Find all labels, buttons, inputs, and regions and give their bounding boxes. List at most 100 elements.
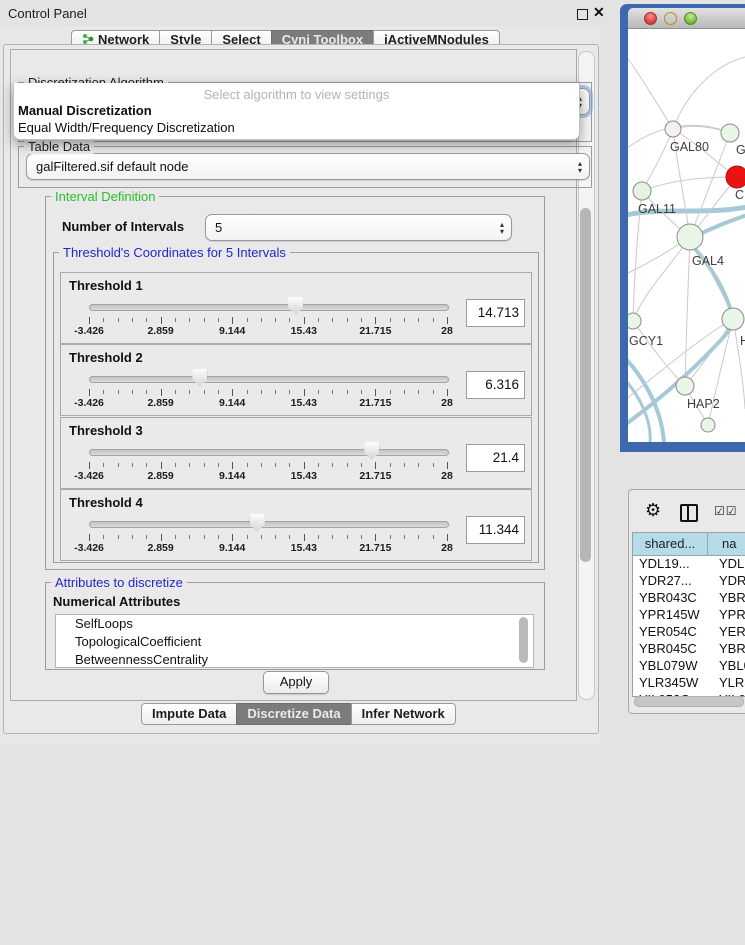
slider-tick <box>289 535 290 539</box>
slider-tick <box>447 389 448 396</box>
attribute-list-item[interactable]: BetweennessCentrality <box>56 651 533 668</box>
slider-tick <box>404 535 405 539</box>
slider-tick <box>146 390 147 394</box>
table-row[interactable]: YDR27...YDR2 <box>633 573 745 590</box>
attributes-scrollbar-thumb[interactable] <box>519 617 528 663</box>
node-attribute-table[interactable]: shared... na YDL19...YDL1YDR27...YDR2YBR… <box>632 532 745 697</box>
table-rows: YDL19...YDL1YDR27...YDR2YBR043CYBR0YPR14… <box>633 556 745 697</box>
table-row[interactable]: YDL19...YDL1 <box>633 556 745 573</box>
number-of-intervals-combo[interactable]: 5 ▴▾ <box>205 214 512 241</box>
table-row[interactable]: YLR345WYLR3 <box>633 675 745 692</box>
numerical-attributes-label: Numerical Attributes <box>53 594 180 609</box>
slider-track[interactable] <box>89 376 449 383</box>
slider-track[interactable] <box>89 449 449 456</box>
network-edge[interactable] <box>642 177 737 191</box>
slider-tick <box>247 390 248 394</box>
slider-handle[interactable] <box>364 442 379 460</box>
network-edge[interactable] <box>733 319 745 409</box>
control-panel-titlebar: Control Panel ✕ <box>0 0 601 26</box>
tab-discretize-data[interactable]: Discretize Data <box>236 703 351 725</box>
network-edge[interactable] <box>628 59 673 129</box>
network-node[interactable] <box>628 313 641 329</box>
gear-icon[interactable]: ⚙ <box>645 500 661 521</box>
algorithm-option-0[interactable]: Manual Discretization <box>17 103 573 118</box>
threshold-value-field[interactable]: 6.316 <box>466 371 525 399</box>
cell-name: YPR1 <box>713 607 745 624</box>
minimize-traffic-light-icon[interactable] <box>664 12 677 25</box>
slider-tick <box>103 463 104 467</box>
algorithm-prompt-item[interactable]: Select algorithm to view settings <box>14 87 579 102</box>
tab-impute-data[interactable]: Impute Data <box>141 703 237 725</box>
table-row[interactable]: YBR043CYBR0 <box>633 590 745 607</box>
slider-tick <box>189 390 190 394</box>
slider-tick <box>132 318 133 322</box>
slider-tick <box>375 317 376 324</box>
slider-tick <box>332 390 333 394</box>
cell-name: YBR0 <box>713 590 745 607</box>
tab-infer-network[interactable]: Infer Network <box>351 703 456 725</box>
numerical-attributes-list[interactable]: SelfLoopsTopologicalCoefficientBetweenne… <box>55 614 534 668</box>
column-header-name[interactable]: na <box>708 533 745 555</box>
slider-tick <box>332 535 333 539</box>
network-edge[interactable] <box>685 237 690 386</box>
checkbox-columns-icon[interactable]: ☑☑ <box>714 504 738 518</box>
table-row[interactable]: YER054CYER0 <box>633 624 745 641</box>
slider-tick <box>447 317 448 324</box>
threshold-value-field[interactable]: 21.4 <box>466 444 525 472</box>
table-row[interactable]: YBL079WYBL0 <box>633 658 745 675</box>
vertical-scrollbar-thumb[interactable] <box>580 208 591 562</box>
slider-tick <box>189 535 190 539</box>
network-canvas[interactable]: GAL80GACGAL11GAL4GCY1HAHAP2 <box>628 29 745 442</box>
slider-tick <box>103 390 104 394</box>
network-edge[interactable] <box>633 237 690 321</box>
slider-tick-label: 9.144 <box>219 397 245 409</box>
network-node[interactable] <box>633 182 651 200</box>
slider-tick-label: 15.43 <box>291 325 317 337</box>
zoom-traffic-light-icon[interactable] <box>684 12 697 25</box>
apply-button[interactable]: Apply <box>263 671 329 694</box>
slider-tick <box>304 317 305 324</box>
slider-tick-label: 21.715 <box>359 470 391 482</box>
table-row[interactable]: YBR045CYBR0 <box>633 641 745 658</box>
slider-tick <box>118 535 119 539</box>
network-node[interactable] <box>665 121 681 137</box>
attribute-list-item[interactable]: TopologicalCoefficient <box>56 633 533 651</box>
node-label-ha: HA <box>740 334 745 348</box>
float-window-icon[interactable] <box>577 9 588 20</box>
slider-handle[interactable] <box>250 514 265 532</box>
slider-tick <box>118 390 119 394</box>
threshold-value-field[interactable]: 11.344 <box>466 516 525 544</box>
slider-tick <box>261 463 262 467</box>
network-edge[interactable] <box>642 129 673 191</box>
split-view-icon[interactable] <box>680 504 698 522</box>
slider-tick-label: 21.715 <box>359 397 391 409</box>
network-edge[interactable] <box>673 57 745 129</box>
panel-title: Control Panel <box>8 6 87 21</box>
slider-tick-label: 15.43 <box>291 470 317 482</box>
slider-tick <box>161 317 162 324</box>
network-node[interactable] <box>676 377 694 395</box>
network-node[interactable] <box>677 224 703 250</box>
algorithm-option-1[interactable]: Equal Width/Frequency Discretization <box>17 120 573 135</box>
network-node[interactable] <box>701 418 715 432</box>
slider-handle[interactable] <box>192 369 207 387</box>
network-node[interactable] <box>722 308 744 330</box>
column-header-shared[interactable]: shared... <box>633 533 708 555</box>
slider-tick-label: 2.859 <box>147 542 173 554</box>
network-node[interactable] <box>721 124 739 142</box>
close-icon[interactable]: ✕ <box>593 4 605 21</box>
slider-tick <box>275 463 276 467</box>
attribute-list-item[interactable]: SelfLoops <box>56 615 533 633</box>
threshold-value-field[interactable]: 14.713 <box>466 299 525 327</box>
close-traffic-light-icon[interactable] <box>644 12 657 25</box>
table-horizontal-scrollbar[interactable] <box>634 696 744 707</box>
table-row[interactable]: YPR145WYPR1 <box>633 607 745 624</box>
slider-tick <box>361 535 362 539</box>
slider-handle[interactable] <box>288 297 303 315</box>
table-data-combo[interactable]: galFiltered.sif default node ▴▾ <box>26 153 590 180</box>
attributes-group-title: Attributes to discretize <box>51 575 187 590</box>
slider-tick <box>118 318 119 322</box>
slider-track[interactable] <box>89 304 449 311</box>
network-node[interactable] <box>726 166 745 188</box>
slider-track[interactable] <box>89 521 449 528</box>
